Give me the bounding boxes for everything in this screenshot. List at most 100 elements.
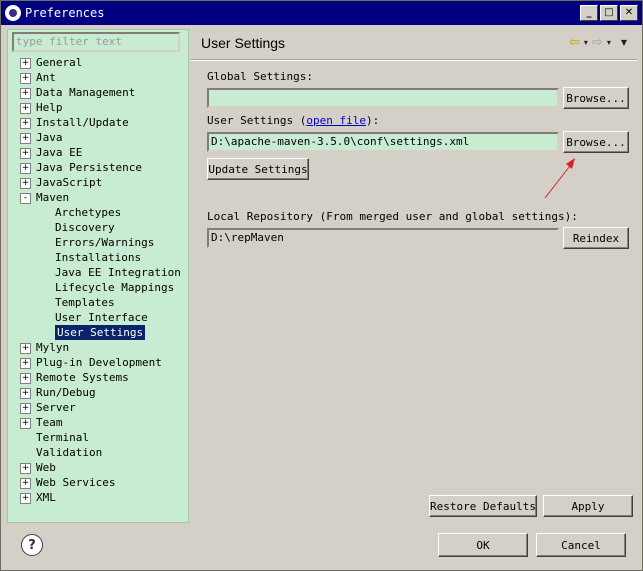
page-navigation: ⇦ ▾ ⇨ ▾ ▼ [569,35,627,50]
tree-item-label: XML [36,491,56,504]
ok-button[interactable]: OK [438,533,528,557]
expand-icon[interactable]: + [20,163,31,174]
tree-item[interactable]: + Web Services [12,475,188,490]
tree-item[interactable]: + General [12,55,188,70]
tree-item-label: Java Persistence [36,161,142,174]
tree-item-label: Data Management [36,86,136,99]
restore-defaults-button[interactable]: Restore Defaults [429,495,537,517]
annotation-arrow-head [566,158,575,169]
user-settings-field[interactable]: D:\apache-maven-3.5.0\conf\settings.xml [207,132,559,152]
tree-item[interactable]: Installations [12,250,188,265]
minimize-button[interactable]: _ [580,5,598,21]
tree-item-label: Java EE [36,146,83,159]
tree-item[interactable]: + Mylyn [12,340,188,355]
tree-item[interactable]: User Interface [12,310,188,325]
view-menu-icon[interactable]: ▼ [621,38,627,47]
expand-icon[interactable]: + [20,373,31,384]
help-icon[interactable]: ? [21,534,43,556]
tree-item[interactable]: + XML [12,490,188,505]
tree-item[interactable]: Errors/Warnings [12,235,188,250]
expand-icon[interactable]: + [20,58,31,69]
expand-icon[interactable]: + [20,118,31,129]
tree-item[interactable]: Lifecycle Mappings [12,280,188,295]
expand-icon[interactable]: + [20,103,31,114]
tree-item[interactable]: - Maven [12,190,188,205]
tree-item[interactable]: Terminal [12,430,188,445]
forward-arrow-icon[interactable]: ⇨ [592,35,603,50]
tree-item[interactable]: + Data Management [12,85,188,100]
tree-item[interactable]: + Team [12,415,188,430]
title-bar[interactable]: Preferences _ □ ✕ [1,1,642,25]
tree-item-label: Java EE Integration [55,266,181,279]
tree-item-label: Java [36,131,63,144]
tree-item[interactable]: Discovery [12,220,188,235]
global-settings-label: Global Settings: [207,70,313,83]
tree-item[interactable]: + Ant [12,70,188,85]
tree-item[interactable]: + Plug-in Development [12,355,188,370]
collapse-icon[interactable]: - [20,193,31,204]
expand-icon[interactable]: + [20,463,31,474]
tree-item-label: Terminal [36,431,89,444]
tree-item[interactable]: Java EE Integration [12,265,188,280]
user-browse-button[interactable]: Browse... [563,131,629,153]
back-arrow-icon[interactable]: ⇦ [569,35,580,50]
expand-icon[interactable]: + [20,178,31,189]
apply-button[interactable]: Apply [543,495,633,517]
open-file-link[interactable]: open file [306,114,366,127]
tree-item[interactable]: + Remote Systems [12,370,188,385]
window-title: Preferences [25,6,105,20]
filter-input[interactable]: type filter text [12,32,180,52]
tree-item[interactable]: + Java EE [12,145,188,160]
tree-item[interactable]: + Java [12,130,188,145]
cancel-button[interactable]: Cancel [536,533,626,557]
tree-item[interactable]: + Help [12,100,188,115]
forward-dropdown-icon[interactable]: ▾ [607,38,611,47]
annotation-arrow [544,158,575,199]
tree-item-label: Plug-in Development [36,356,162,369]
global-settings-field[interactable] [207,88,559,108]
tree-item-label: Web [36,461,56,474]
tree-item[interactable]: + Install/Update [12,115,188,130]
expand-icon[interactable]: + [20,343,31,354]
expand-icon[interactable]: + [20,418,31,429]
local-repository-field: D:\repMaven [207,228,559,248]
expand-icon[interactable]: + [20,358,31,369]
preferences-window: Preferences _ □ ✕ type filter text + Gene… [0,0,643,571]
tree-item[interactable]: + JavaScript [12,175,188,190]
expand-icon[interactable]: + [20,148,31,159]
tree-item-label: Validation [36,446,103,459]
user-settings-label-text: User Settings ( [207,114,307,127]
tree-item-label: Install/Update [36,116,129,129]
tree-item-label: Help [36,101,63,114]
expand-icon[interactable]: + [20,88,31,99]
expand-icon[interactable]: + [20,388,31,399]
close-button[interactable]: ✕ [620,5,638,21]
expand-icon[interactable]: + [20,478,31,489]
expand-icon[interactable]: + [20,403,31,414]
tree-item-label: Maven [36,191,70,204]
tree-item[interactable]: + Server [12,400,188,415]
user-settings-label-end: ): [365,114,380,127]
tree-item[interactable]: + Run/Debug [12,385,188,400]
user-settings-label: User Settings (open file): [207,114,379,127]
tree-item-label: Lifecycle Mappings [55,281,175,294]
expand-icon[interactable]: + [20,133,31,144]
tree-item[interactable]: + Web [12,460,188,475]
back-dropdown-icon[interactable]: ▾ [584,38,588,47]
tree-item[interactable]: Validation [12,445,188,460]
expand-icon[interactable]: + [20,73,31,84]
tree-item[interactable]: Templates [12,295,188,310]
reindex-button[interactable]: Reindex [563,227,629,249]
tree-item-label: User Interface [55,311,148,324]
tree-item[interactable]: User Settings [12,325,188,340]
tree-item[interactable]: + Java Persistence [12,160,188,175]
tree-item-label: Web Services [36,476,116,489]
eclipse-icon [5,5,21,21]
global-browse-button[interactable]: Browse... [563,87,629,109]
maximize-button[interactable]: □ [600,5,618,21]
page-header: User Settings ⇦ ▾ ⇨ ▾ ▼ [191,29,637,57]
annotation-arrow-line [544,161,574,199]
update-settings-button[interactable]: Update Settings [207,158,309,180]
tree-item[interactable]: Archetypes [12,205,188,220]
expand-icon[interactable]: + [20,493,31,504]
